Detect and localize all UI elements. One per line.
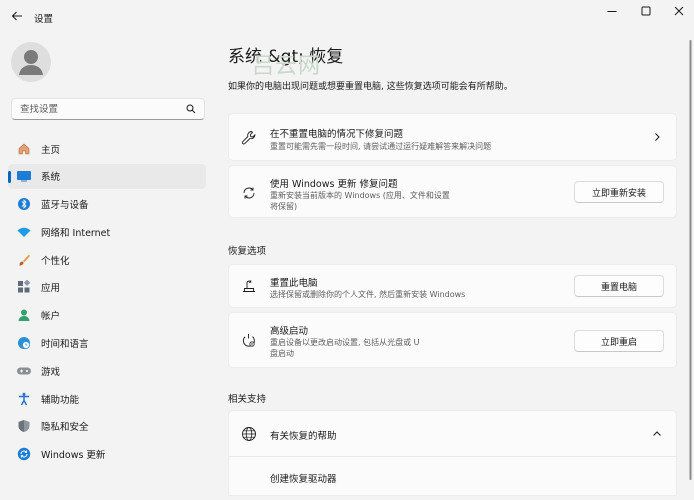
sidebar-item-gaming[interactable]: 游戏 [8,358,206,383]
maximize-button[interactable] [632,4,660,18]
sidebar-nav: 主页 系统 蓝牙与设备 网络和 Internet 个性化 应用 帐户 时间和语言… [8,136,206,470]
reset-pc-button[interactable]: 重置电脑 [574,275,664,297]
search-box[interactable] [11,98,205,120]
card-subtitle: 重置可能需先需一段时间, 请尝试通过运行疑难解答来解决问题 [270,142,492,151]
sidebar-item-time-language[interactable]: 时间和语言 [8,331,206,356]
card-title: 在不重置电脑的情况下修复问题 [270,129,404,140]
watermark: 吕云网 [252,54,322,79]
system-icon [16,168,32,184]
chevron-right-icon [652,132,662,142]
sidebar-item-privacy[interactable]: 隐私和安全 [8,414,206,439]
card-subtitle: 选择保留或删除你的个人文件, 然后重新安装 Windows [270,290,466,299]
reset-pc-card: 重置此电脑 选择保留或删除你的个人文件, 然后重新安装 Windows 重置电脑 [228,264,677,308]
home-icon [16,141,32,157]
page-description: 如果你的电脑出现问题或想要重置电脑, 这些恢复选项可能会有所帮助。 [228,82,513,92]
card-subtitle-line-1: 重启设备以更改启动设置, 包括从光盘或 U [270,338,420,347]
card-title: 重置此电脑 [270,278,318,289]
reinstall-now-button[interactable]: 立即重新安装 [574,181,664,203]
search-icon[interactable] [186,104,196,114]
advanced-startup-card: 高级启动 重启设备以更改启动设置, 包括从光盘或 U 盘启动 立即重启 [228,312,677,368]
chevron-up-icon[interactable] [652,429,662,439]
refresh-icon [241,185,257,201]
update-icon [16,446,32,462]
accessibility-icon [16,391,32,407]
sidebar-item-accessibility[interactable]: 辅助功能 [8,386,206,411]
minimize-icon [607,11,617,12]
minimize-button[interactable] [598,4,626,18]
close-icon [674,6,684,16]
title-bar: 设置 [0,0,694,32]
bluetooth-icon [16,196,32,212]
related-support-heading: 相关支持 [228,394,267,405]
link-label: 创建恢复驱动器 [270,474,337,485]
reset-pc-icon [241,279,257,295]
sidebar-item-windows-update[interactable]: Windows 更新 [8,442,206,467]
card-subtitle-line-2: 将保留) [270,202,298,211]
card-title: 有关恢复的帮助 [270,431,337,442]
back-button[interactable] [10,9,24,23]
globe-icon [241,426,257,442]
advanced-startup-icon [241,333,257,349]
scrollbar[interactable] [689,40,692,480]
card-title: 高级启动 [270,326,309,337]
avatar[interactable] [11,42,51,82]
sidebar-item-network[interactable]: 网络和 Internet [8,219,206,244]
sidebar-item-home[interactable]: 主页 [8,136,206,161]
sidebar-item-system[interactable]: 系统 [8,163,206,189]
fix-without-reset-card[interactable]: 在不重置电脑的情况下修复问题 重置可能需先需一段时间, 请尝试通过运行疑难解答来… [228,113,677,161]
card-subtitle-line-1: 重新安装当前版本的 Windows (应用、文件和设置 [270,191,450,200]
windows-update-fix-card: 使用 Windows 更新 修复问题 重新安装当前版本的 Windows (应用… [228,165,677,218]
maximize-icon [641,6,651,16]
account-icon [16,307,32,323]
apps-icon [16,279,32,295]
wifi-icon [16,224,32,240]
create-recovery-drive-link[interactable]: 创建恢复驱动器 [228,456,677,496]
user-icon [19,50,43,75]
sidebar-item-personalization[interactable]: 个性化 [8,247,206,272]
gamepad-icon [16,363,32,379]
restart-now-button[interactable]: 立即重启 [574,330,664,352]
recovery-options-heading: 恢复选项 [228,246,267,257]
arrow-left-icon [11,11,22,21]
sidebar-item-accounts[interactable]: 帐户 [8,303,206,328]
globe-clock-icon [16,335,32,351]
card-title: 使用 Windows 更新 修复问题 [270,179,398,190]
recovery-help-card[interactable]: 有关恢复的帮助 [228,410,677,457]
wrench-icon [241,130,257,146]
shield-icon [16,418,32,434]
brush-icon [16,252,32,268]
sidebar-item-apps[interactable]: 应用 [8,275,206,300]
app-title: 设置 [34,14,54,25]
sidebar-item-bluetooth[interactable]: 蓝牙与设备 [8,192,206,217]
card-subtitle-line-2: 盘启动 [270,349,294,358]
close-button[interactable] [665,4,693,18]
search-input[interactable] [20,103,186,115]
